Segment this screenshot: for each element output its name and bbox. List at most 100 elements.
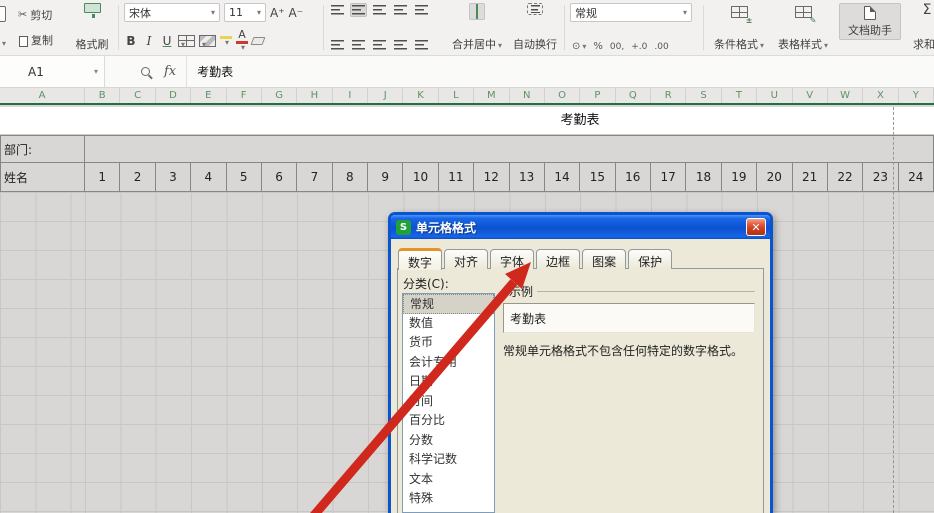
column-header[interactable]: N [510,88,545,103]
align-right-button[interactable] [371,38,388,52]
format-tab[interactable]: 数字 [398,248,442,270]
font-name-select[interactable]: 宋体 [124,3,220,22]
format-tab[interactable]: 边框 [536,249,580,269]
bold-button[interactable]: B [124,34,138,48]
day-number-cell[interactable]: 20 [757,163,792,192]
category-item[interactable]: 时间 [403,392,494,412]
column-header[interactable]: Q [616,88,651,103]
align-bottom-button[interactable] [371,3,388,17]
conditional-format-button[interactable]: ± 条件格式 [707,0,771,55]
category-item[interactable]: 分数 [403,431,494,451]
column-header[interactable]: G [262,88,297,103]
sheet-title-cell[interactable]: 考勤表 [540,107,620,135]
grow-font-button[interactable]: A⁺ [270,6,285,20]
sum-button[interactable]: Σ 求和 [905,0,934,55]
category-item[interactable]: 会计专用 [403,353,494,373]
column-header[interactable]: R [651,88,686,103]
column-header[interactable]: O [545,88,580,103]
column-header[interactable]: H [297,88,332,103]
day-number-cell[interactable]: 8 [333,163,368,192]
table-style-button[interactable]: ✎ 表格样式 [771,0,835,55]
align-middle-button[interactable] [350,3,367,17]
column-header[interactable]: I [333,88,368,103]
column-header[interactable]: D [156,88,191,103]
format-tab[interactable]: 图案 [582,249,626,269]
day-number-cell[interactable]: 19 [722,163,757,192]
day-number-cell[interactable]: 3 [156,163,191,192]
day-number-cell[interactable]: 24 [899,163,934,192]
name-header-cell[interactable]: 姓名 [0,163,85,192]
column-header[interactable]: B [85,88,120,103]
merge-center-button[interactable]: 合并居中 [445,0,509,55]
shrink-font-button[interactable]: A⁻ [289,6,304,20]
column-header[interactable]: C [120,88,155,103]
paste-button[interactable]: ▾ [0,0,15,55]
decrease-decimal-button[interactable]: .00 [654,42,668,52]
fill-color-button[interactable] [220,35,232,47]
day-number-cell[interactable]: 2 [120,163,155,192]
thousands-separator-button[interactable]: 00, [610,42,624,52]
search-icon[interactable] [141,67,150,76]
column-header[interactable]: L [439,88,474,103]
column-header[interactable]: K [403,88,438,103]
column-header[interactable]: Y [899,88,934,103]
day-number-cell[interactable]: 9 [368,163,403,192]
format-tab[interactable]: 字体 [490,249,534,269]
day-number-cell[interactable]: 10 [403,163,438,192]
increase-indent-button[interactable] [413,3,430,17]
wrap-text-button[interactable]: 自动换行 [509,0,561,55]
currency-format-button[interactable]: ⊙ [572,41,586,52]
category-item[interactable]: 货币 [403,333,494,353]
column-header[interactable]: E [191,88,226,103]
day-number-cell[interactable]: 14 [545,163,580,192]
column-header[interactable]: T [722,88,757,103]
day-number-cell[interactable]: 16 [616,163,651,192]
category-item[interactable]: 特殊 [403,489,494,509]
decrease-indent-button[interactable] [392,3,409,17]
day-number-cell[interactable]: 13 [510,163,545,192]
format-painter-button[interactable]: 格式刷 [69,0,115,55]
day-number-cell[interactable]: 21 [793,163,828,192]
column-header[interactable]: J [368,88,403,103]
borders-button[interactable] [178,35,195,47]
cut-button[interactable]: ✂ 剪切 [15,6,69,24]
align-center-button[interactable] [350,38,367,52]
font-color-button[interactable]: A [236,29,248,52]
formula-input[interactable]: 考勤表 [187,63,233,80]
department-cell[interactable]: 部门: [0,135,85,163]
align-left-button[interactable] [329,38,346,52]
percent-format-button[interactable]: % [593,41,603,52]
day-number-cell[interactable]: 5 [227,163,262,192]
days-row[interactable]: 姓名 1234567891011121314151617181920212223… [0,163,934,192]
format-tab[interactable]: 保护 [628,249,672,269]
column-header[interactable]: M [474,88,509,103]
column-header[interactable]: A [0,88,85,103]
column-header[interactable]: U [757,88,792,103]
column-header[interactable]: W [828,88,863,103]
column-header[interactable]: P [580,88,615,103]
category-listbox[interactable]: 常规数值货币会计专用日期时间百分比分数科学记数文本特殊 [402,293,495,513]
column-header[interactable]: F [227,88,262,103]
day-number-cell[interactable]: 11 [439,163,474,192]
day-number-cell[interactable]: 1 [85,163,120,192]
category-item[interactable]: 常规 [403,294,494,314]
day-number-cell[interactable]: 17 [651,163,686,192]
italic-button[interactable]: I [142,34,156,48]
column-header[interactable]: S [686,88,721,103]
increase-decimal-button[interactable]: +.0 [631,42,647,52]
category-item[interactable]: 百分比 [403,411,494,431]
column-header[interactable]: V [793,88,828,103]
day-number-cell[interactable]: 4 [191,163,226,192]
number-format-select[interactable]: 常规 [570,3,692,22]
clear-format-icon[interactable] [251,37,266,45]
category-item[interactable]: 数值 [403,314,494,334]
justify-button[interactable] [392,38,409,52]
title-row[interactable]: 考勤表 [0,107,934,135]
format-tab[interactable]: 对齐 [444,249,488,269]
day-number-cell[interactable]: 22 [828,163,863,192]
name-box[interactable]: A1 ▾ [0,56,105,87]
underline-button[interactable]: U [160,34,174,48]
doc-assistant-button[interactable]: 文档助手 [835,0,905,55]
category-item[interactable]: 科学记数 [403,450,494,470]
day-number-cell[interactable]: 18 [686,163,721,192]
